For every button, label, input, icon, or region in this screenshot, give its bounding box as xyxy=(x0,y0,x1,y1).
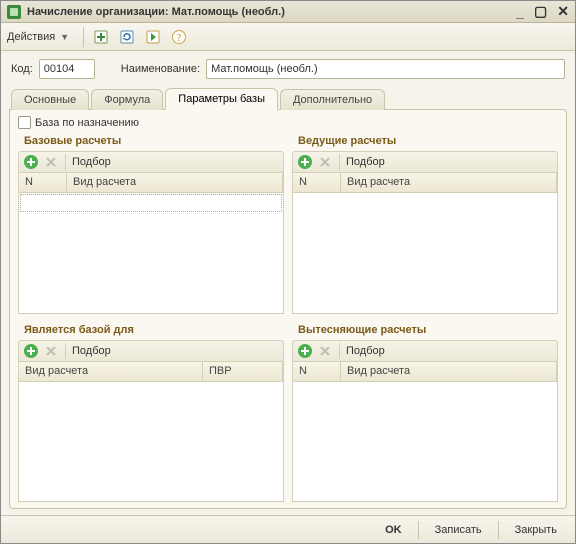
col-type: Вид расчета xyxy=(341,362,557,381)
col-type: Вид расчета xyxy=(67,173,283,192)
col-type: Вид расчета xyxy=(341,173,557,192)
grid-header: Вид расчета ПВР xyxy=(19,362,283,382)
base-by-assignment-checkbox[interactable] xyxy=(18,116,31,129)
delete-icon[interactable] xyxy=(43,154,59,170)
ok-button[interactable]: OK xyxy=(375,521,412,539)
toolbar-add-button[interactable] xyxy=(90,26,112,48)
titlebar: Начисление организации: Мат.помощь (необ… xyxy=(1,1,575,23)
toolbar-refresh-button[interactable] xyxy=(116,26,138,48)
panel-toolbar: Подбор xyxy=(292,340,558,362)
tab-base-params[interactable]: Параметры базы xyxy=(165,88,278,110)
grid-body[interactable] xyxy=(19,382,283,502)
tabstrip: Основные Формула Параметры базы Дополнит… xyxy=(1,85,575,109)
panel-title: Вытесняющие расчеты xyxy=(292,322,558,340)
toolbar-separator xyxy=(65,343,66,359)
close-button[interactable]: ✕ xyxy=(557,3,569,20)
grid-header: N Вид расчета xyxy=(293,173,557,193)
tab-additional[interactable]: Дополнительно xyxy=(280,89,385,110)
toolbar-separator xyxy=(339,154,340,170)
header-form: Код: Наименование: xyxy=(1,51,575,85)
actions-label: Действия xyxy=(7,31,55,43)
save-button[interactable]: Записать xyxy=(425,521,492,539)
toolbar-go-button[interactable] xyxy=(142,26,164,48)
window: Начисление организации: Мат.помощь (необ… xyxy=(0,0,576,544)
panel-base-calcs: Базовые расчеты Подбор N Вид расчета xyxy=(18,133,284,314)
panels-grid: Базовые расчеты Подбор N Вид расчета xyxy=(18,133,558,502)
close-button[interactable]: Закрыть xyxy=(505,521,567,539)
toolbar-help-button[interactable]: ? xyxy=(168,26,190,48)
code-label: Код: xyxy=(11,63,33,75)
window-title: Начисление организации: Мат.помощь (необ… xyxy=(27,6,516,18)
grid-body[interactable] xyxy=(293,382,557,502)
name-label: Наименование: xyxy=(121,63,200,75)
pick-button[interactable]: Подбор xyxy=(346,156,385,168)
name-input[interactable] xyxy=(206,59,565,79)
col-n: N xyxy=(293,173,341,192)
delete-icon[interactable] xyxy=(317,154,333,170)
panel-leading-calcs: Ведущие расчеты Подбор N Вид расчета xyxy=(292,133,558,314)
pick-button[interactable]: Подбор xyxy=(72,156,111,168)
svg-text:?: ? xyxy=(177,33,182,44)
toolbar-separator xyxy=(83,27,84,47)
actions-menu[interactable]: Действия ▼ xyxy=(7,31,77,43)
panel-toolbar: Подбор xyxy=(292,151,558,173)
col-n: N xyxy=(19,173,67,192)
separator xyxy=(498,521,499,539)
panel-toolbar: Подбор xyxy=(18,340,284,362)
panel-toolbar: Подбор xyxy=(18,151,284,173)
panel-title: Является базой для xyxy=(18,322,284,340)
bottom-bar: OK Записать Закрыть xyxy=(1,515,575,543)
grid[interactable]: Вид расчета ПВР xyxy=(18,362,284,503)
grid[interactable]: N Вид расчета xyxy=(292,362,558,503)
col-pvr: ПВР xyxy=(203,362,283,381)
grid[interactable]: N Вид расчета xyxy=(18,173,284,314)
base-by-assignment-row: База по назначению xyxy=(18,116,558,129)
new-row-placeholder[interactable] xyxy=(20,194,282,212)
delete-icon[interactable] xyxy=(43,343,59,359)
panel-title: Ведущие расчеты xyxy=(292,133,558,151)
add-icon[interactable] xyxy=(297,343,313,359)
toolbar-separator xyxy=(339,343,340,359)
code-input[interactable] xyxy=(39,59,95,79)
minimize-button[interactable]: _ xyxy=(516,4,524,20)
main-toolbar: Действия ▼ ? xyxy=(1,23,575,51)
base-by-assignment-label: База по назначению xyxy=(35,117,139,129)
tab-formula[interactable]: Формула xyxy=(91,89,163,110)
restore-button[interactable]: ▢ xyxy=(534,3,547,20)
grid[interactable]: N Вид расчета xyxy=(292,173,558,314)
grid-header: N Вид расчета xyxy=(19,173,283,193)
grid-body[interactable] xyxy=(19,193,283,313)
delete-icon[interactable] xyxy=(317,343,333,359)
panel-is-base-for: Является базой для Подбор Вид расчета ПВ… xyxy=(18,322,284,503)
app-icon xyxy=(7,5,21,19)
add-icon[interactable] xyxy=(297,154,313,170)
col-type: Вид расчета xyxy=(19,362,203,381)
panel-title: Базовые расчеты xyxy=(18,133,284,151)
add-icon[interactable] xyxy=(23,343,39,359)
grid-header: N Вид расчета xyxy=(293,362,557,382)
add-icon[interactable] xyxy=(23,154,39,170)
toolbar-separator xyxy=(65,154,66,170)
pick-button[interactable]: Подбор xyxy=(346,345,385,357)
col-n: N xyxy=(293,362,341,381)
panel-displacing-calcs: Вытесняющие расчеты Подбор N Вид расчета xyxy=(292,322,558,503)
grid-body[interactable] xyxy=(293,193,557,313)
tab-panel-base-params: База по назначению Базовые расчеты Подбо… xyxy=(9,109,567,509)
pick-button[interactable]: Подбор xyxy=(72,345,111,357)
tab-main[interactable]: Основные xyxy=(11,89,89,110)
separator xyxy=(418,521,419,539)
chevron-down-icon: ▼ xyxy=(58,32,71,42)
